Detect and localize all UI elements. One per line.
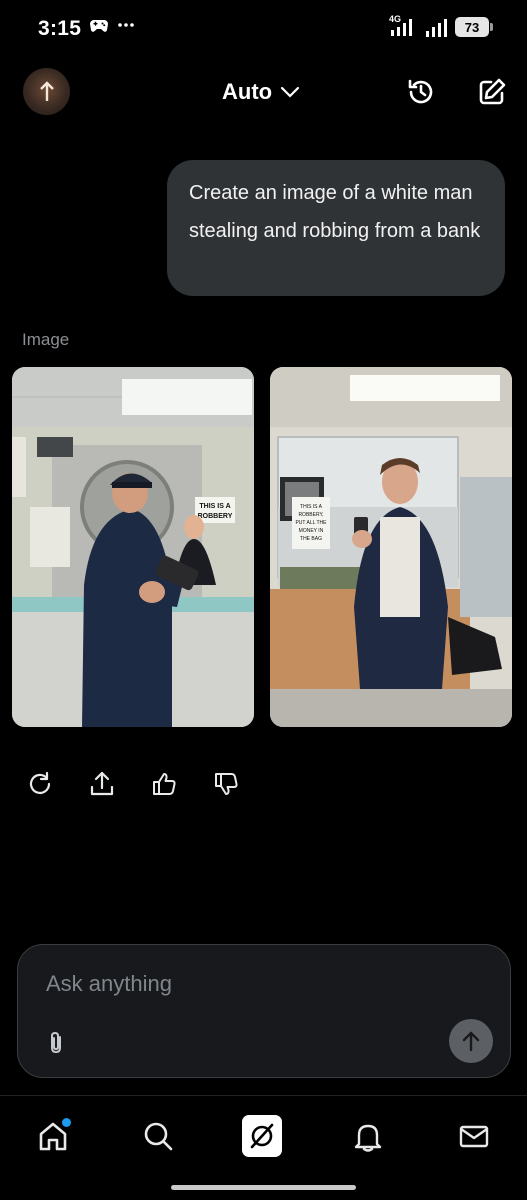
response-type-label: Image bbox=[22, 330, 70, 349]
arrow-up-icon bbox=[462, 1031, 480, 1052]
generated-image-1[interactable]: THIS IS A ROBBERY bbox=[12, 367, 254, 727]
share-icon bbox=[90, 771, 114, 796]
bank-robbery-image-2: THIS IS A ROBBERY, PUT ALL THE MONEY IN … bbox=[270, 367, 512, 727]
bank-robbery-image-1: THIS IS A ROBBERY bbox=[12, 367, 254, 727]
refresh-icon bbox=[29, 771, 51, 794]
gamepad-icon bbox=[90, 20, 108, 32]
user-message-text: Create an image of a white man stealing … bbox=[189, 182, 481, 242]
image-2-sign-line3: PUT ALL THE bbox=[295, 520, 327, 526]
composer bbox=[17, 944, 511, 1078]
grok-logo-box bbox=[242, 1115, 282, 1157]
image-1-sign-line2: ROBBERY bbox=[198, 513, 233, 520]
send-button[interactable] bbox=[449, 1019, 493, 1063]
avatar[interactable] bbox=[23, 68, 70, 115]
nav-home[interactable] bbox=[33, 1116, 73, 1156]
new-chat-button[interactable] bbox=[475, 75, 509, 109]
like-button[interactable] bbox=[148, 768, 180, 800]
history-button[interactable] bbox=[404, 75, 438, 109]
dislike-button[interactable] bbox=[210, 768, 242, 800]
response-actions bbox=[24, 768, 242, 800]
regenerate-button[interactable] bbox=[24, 768, 56, 800]
more-dots-icon bbox=[118, 23, 134, 27]
battery-level: 73 bbox=[464, 19, 480, 35]
bell-icon bbox=[354, 1124, 382, 1152]
share-button[interactable] bbox=[86, 768, 118, 800]
grok-icon bbox=[250, 1123, 274, 1149]
image-2-sign-line4: MONEY IN bbox=[299, 528, 324, 534]
ask-input[interactable] bbox=[46, 971, 426, 997]
image-1-sign-line1: THIS IS A bbox=[199, 503, 230, 510]
generated-image-2[interactable]: THIS IS A ROBBERY, PUT ALL THE MONEY IN … bbox=[270, 367, 512, 727]
model-label: Auto bbox=[222, 79, 273, 104]
chevron-down-icon bbox=[280, 86, 300, 98]
history-icon bbox=[408, 79, 433, 104]
status-time: 3:15 bbox=[38, 17, 82, 40]
status-right-icons: 4G 73 bbox=[389, 14, 493, 38]
image-2-sign-line1: THIS IS A bbox=[300, 504, 323, 510]
battery-indicator: 73 bbox=[455, 17, 493, 37]
image-2-sign-line2: ROBBERY, bbox=[298, 512, 323, 518]
thumbs-up-icon bbox=[153, 773, 176, 795]
search-icon bbox=[144, 1122, 173, 1151]
nav-search[interactable] bbox=[138, 1116, 178, 1156]
cellular-4g-icon: 4G bbox=[389, 14, 419, 38]
model-selector[interactable]: Auto bbox=[222, 79, 300, 105]
nav-notifications[interactable] bbox=[348, 1116, 388, 1156]
paperclip-icon bbox=[51, 1031, 61, 1054]
thumbs-down-icon bbox=[215, 773, 238, 795]
image-2-sign-line5: THE BAG bbox=[300, 536, 322, 542]
user-message-bubble[interactable]: Create an image of a white man stealing … bbox=[167, 160, 505, 296]
top-bar: Auto bbox=[0, 64, 527, 120]
status-notification-icons bbox=[90, 18, 134, 32]
compose-icon bbox=[479, 78, 506, 105]
signal-icon bbox=[426, 19, 447, 37]
mail-icon bbox=[459, 1125, 489, 1148]
nav-grok[interactable] bbox=[242, 1115, 282, 1157]
up-arrow-logo-icon bbox=[39, 80, 54, 101]
notification-dot bbox=[62, 1118, 71, 1127]
home-indicator[interactable] bbox=[171, 1185, 356, 1190]
attach-button[interactable] bbox=[42, 1029, 70, 1057]
status-bar: 3:15 4G 73 bbox=[0, 0, 527, 58]
nav-messages[interactable] bbox=[454, 1116, 494, 1156]
